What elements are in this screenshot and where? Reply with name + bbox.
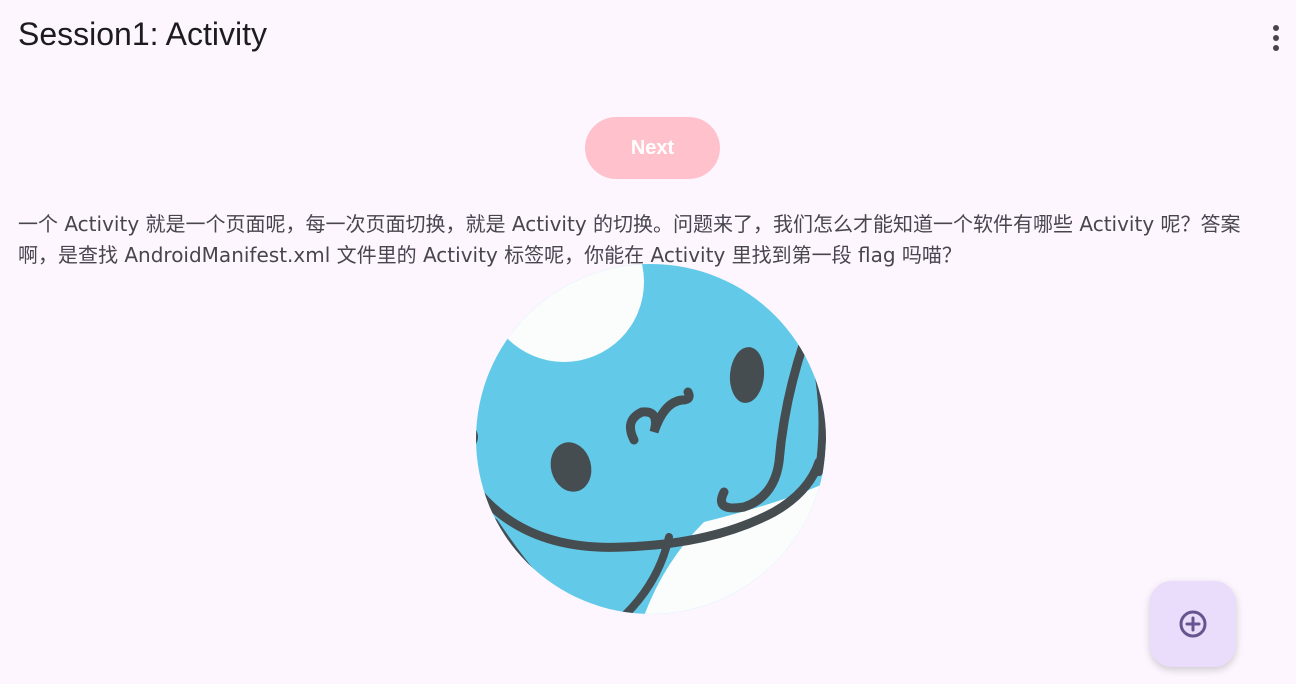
top-app-bar: Session1: Activity (0, 0, 1296, 78)
page-title: Session1: Activity (18, 16, 267, 52)
next-button[interactable]: Next (585, 117, 720, 179)
mascot-image (476, 264, 826, 614)
add-fab-button[interactable] (1150, 581, 1236, 667)
more-vert-icon[interactable] (1264, 18, 1288, 58)
add-circle-icon (1179, 610, 1207, 638)
